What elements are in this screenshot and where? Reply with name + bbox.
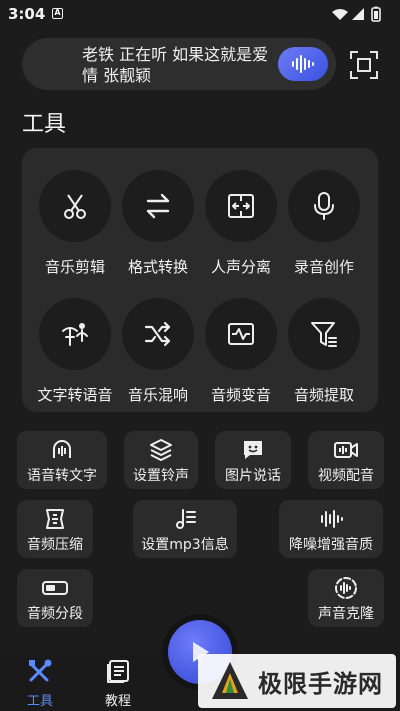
section-title: 工具 <box>22 112 67 137</box>
text-to-speech-icon <box>62 323 88 346</box>
tool-label: 格式转换 <box>127 258 188 276</box>
status-icons <box>332 6 381 22</box>
clone-wave-icon <box>335 577 357 599</box>
chip-label: 音频分段 <box>27 606 83 622</box>
chip-speech-to-text[interactable]: 语音转文字 <box>17 431 107 489</box>
tool-label: 音频变音 <box>210 386 271 404</box>
tool-text-to-speech[interactable]: 文字转语音 <box>33 298 117 405</box>
chip-audio-segment[interactable]: 音频分段 <box>17 569 93 627</box>
filter-icon <box>311 322 337 347</box>
scan-icon[interactable] <box>349 50 379 80</box>
chat-face-icon <box>244 441 262 459</box>
speech-to-text-icon <box>53 440 71 458</box>
wifi-icon <box>332 9 348 20</box>
notification-badge: A <box>52 8 63 19</box>
mic-icon <box>314 192 334 220</box>
tools-icon <box>29 659 52 682</box>
chip-label: 设置铃声 <box>133 468 189 484</box>
nav-label: 教程 <box>104 694 131 709</box>
swap-icon <box>146 193 170 219</box>
nav-tutorial[interactable]: 教程 <box>88 658 148 709</box>
toggle-icon <box>42 581 68 595</box>
tool-audio-extract[interactable]: 音频提取 <box>282 298 366 405</box>
scissors-icon <box>64 194 86 219</box>
status-bar: 3:04 A <box>0 0 400 28</box>
tool-voice-change[interactable]: 音频变音 <box>199 298 283 405</box>
chip-label: 视频配音 <box>318 468 374 484</box>
tool-label: 音乐剪辑 <box>44 258 105 276</box>
chip-set-ringtone[interactable]: 设置铃声 <box>124 431 198 489</box>
waveform-box-icon <box>228 323 254 345</box>
music-list-icon <box>176 509 196 529</box>
chip-video-dub[interactable]: 视频配音 <box>308 431 384 489</box>
chip-image-talk[interactable]: 图片说话 <box>215 431 291 489</box>
now-playing-bar[interactable]: 老铁 正在听 如果这就是爱情 张靓颖 <box>22 38 336 90</box>
tool-reverb[interactable]: 音乐混响 <box>116 298 200 405</box>
compress-icon <box>46 509 64 529</box>
split-icon <box>228 194 254 218</box>
chip-label: 语音转文字 <box>27 468 97 484</box>
nav-tools[interactable]: 工具 <box>10 658 70 709</box>
tool-music-cut[interactable]: 音乐剪辑 <box>33 170 117 277</box>
tool-label: 录音创作 <box>293 258 354 276</box>
signal-icon <box>352 8 364 20</box>
chip-label: 降噪增强音质 <box>289 537 373 553</box>
chip-label: 图片说话 <box>225 468 281 484</box>
tool-label: 文字转语音 <box>37 386 113 404</box>
watermark-text: 极限手游网 <box>258 670 383 698</box>
tool-label: 音频提取 <box>293 386 354 404</box>
layers-icon <box>150 439 172 461</box>
sound-wave-icon <box>292 55 314 73</box>
video-audio-icon <box>334 442 358 458</box>
chip-denoise[interactable]: 降噪增强音质 <box>279 500 383 558</box>
chip-set-mp3-info[interactable]: 设置mp3信息 <box>133 500 237 558</box>
chip-label: 音频压缩 <box>27 537 83 553</box>
tool-label: 人声分离 <box>210 258 271 276</box>
book-icon <box>107 660 129 683</box>
nav-label: 工具 <box>26 694 53 709</box>
watermark-logo <box>212 662 248 699</box>
equalizer-icon <box>321 510 343 528</box>
chip-label: 声音克隆 <box>318 606 374 622</box>
tool-label: 音乐混响 <box>127 386 188 404</box>
chip-label: 设置mp3信息 <box>141 537 229 553</box>
tool-record[interactable]: 录音创作 <box>282 170 366 277</box>
watermark: 极限手游网 <box>198 654 396 708</box>
shuffle-icon <box>144 321 171 347</box>
chip-audio-compress[interactable]: 音频压缩 <box>17 500 93 558</box>
tools-panel: 音乐剪辑 格式转换 人声分离 录音创作 文字转语音 音乐混响 音频变音 音频提取 <box>22 148 378 412</box>
music-identify-button[interactable] <box>278 47 328 81</box>
tool-vocal-split[interactable]: 人声分离 <box>199 170 283 277</box>
clock: 3:04 <box>8 5 46 23</box>
chip-voice-clone[interactable]: 声音克隆 <box>308 569 384 627</box>
now-playing-text: 老铁 正在听 如果这就是爱情 张靓颖 <box>82 45 269 85</box>
tool-format-convert[interactable]: 格式转换 <box>116 170 200 277</box>
